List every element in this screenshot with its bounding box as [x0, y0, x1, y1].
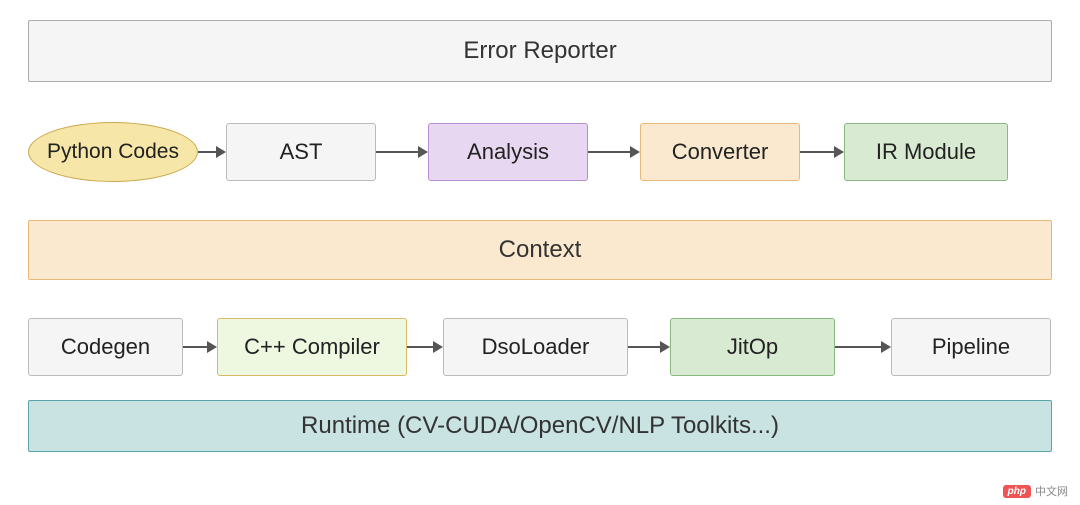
- ast-node: AST: [226, 123, 376, 181]
- ir-module-node: IR Module: [844, 123, 1008, 181]
- cpp-compiler-node: C++ Compiler: [217, 318, 407, 376]
- error-reporter-bar: Error Reporter: [28, 20, 1052, 82]
- arrow-icon: [183, 337, 217, 357]
- watermark-text: 中文网: [1035, 483, 1068, 499]
- watermark: php 中文网: [1003, 483, 1068, 499]
- cpp-compiler-label: C++ Compiler: [244, 334, 380, 360]
- context-bar: Context: [28, 220, 1052, 280]
- context-label: Context: [499, 236, 582, 264]
- watermark-badge: php: [1003, 485, 1031, 498]
- arrow-icon: [800, 142, 844, 162]
- ir-module-label: IR Module: [876, 139, 976, 165]
- analysis-node: Analysis: [428, 123, 588, 181]
- converter-label: Converter: [672, 139, 769, 165]
- runtime-bar: Runtime (CV-CUDA/OpenCV/NLP Toolkits...): [28, 400, 1052, 452]
- arrow-icon: [628, 337, 670, 357]
- arrow-icon: [198, 142, 226, 162]
- arrow-icon: [835, 337, 891, 357]
- error-reporter-label: Error Reporter: [463, 37, 616, 65]
- codegen-label: Codegen: [61, 334, 150, 360]
- ast-label: AST: [280, 139, 323, 165]
- arrow-icon: [588, 142, 640, 162]
- dso-loader-node: DsoLoader: [443, 318, 628, 376]
- pipeline-label: Pipeline: [932, 334, 1010, 360]
- pipeline-row-2: Codegen C++ Compiler DsoLoader JitOp Pip…: [28, 318, 1052, 376]
- jitop-node: JitOp: [670, 318, 835, 376]
- codegen-node: Codegen: [28, 318, 183, 376]
- dso-loader-label: DsoLoader: [482, 334, 590, 360]
- python-codes-node: Python Codes: [28, 122, 198, 182]
- runtime-label: Runtime (CV-CUDA/OpenCV/NLP Toolkits...): [301, 412, 779, 440]
- arrow-icon: [376, 142, 428, 162]
- pipeline-node: Pipeline: [891, 318, 1051, 376]
- arrow-icon: [407, 337, 443, 357]
- analysis-label: Analysis: [467, 139, 549, 165]
- jitop-label: JitOp: [727, 334, 778, 360]
- pipeline-row-1: Python Codes AST Analysis Converter IR M…: [28, 122, 1052, 182]
- converter-node: Converter: [640, 123, 800, 181]
- python-codes-label: Python Codes: [47, 140, 179, 164]
